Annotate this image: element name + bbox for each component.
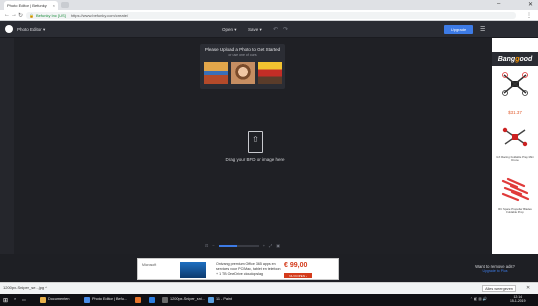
paint-icon[interactable] — [208, 297, 214, 303]
taskbar-item[interactable]: 11 - Paint — [216, 297, 232, 301]
hamburger-menu-icon[interactable]: ☰ — [480, 26, 485, 33]
microsoft-ad-banner[interactable]: Microsoft Ontvang premium Office 365 app… — [137, 258, 339, 280]
undo-icon[interactable]: ↶ — [273, 26, 278, 33]
ad-line: Ontvang premium Office 365 apps en — [216, 262, 276, 266]
upload-file-icon[interactable]: ⇧ — [248, 131, 263, 153]
windows-taskbar: ⊞ ⌕ ▭ Documenten Photo Editor | Befu... … — [0, 294, 538, 306]
ad-caption: RC Spare Propeller Blades Foldable Prop — [498, 207, 532, 215]
microsoft-logo: Microsoft — [142, 263, 157, 267]
brand-text-1: Bang — [497, 55, 516, 63]
sample-photos-card: Please Upload a Photo to Get Started or … — [200, 44, 285, 89]
url-text: https://www.befunky.com/create/ — [70, 13, 129, 18]
taskbar-item[interactable]: Photo Editor | Befu... — [92, 297, 127, 301]
close-window-icon[interactable]: ✕ — [528, 1, 533, 8]
app-icon[interactable] — [149, 297, 155, 303]
open-menu[interactable]: Open ▾ — [222, 27, 237, 33]
upgrade-plus-link[interactable]: Upgrade to Plus — [455, 269, 535, 273]
file-explorer-icon[interactable] — [40, 297, 46, 303]
dropzone-text: Drag your BFD or image here — [225, 157, 285, 162]
show-all-downloads-button[interactable]: Alles weergeven — [482, 285, 516, 292]
zoom-out-icon[interactable]: − — [212, 243, 214, 248]
upload-prompt: Please Upload a Photo to Get Started — [204, 47, 281, 52]
ad-caption: GX Racing Foldable Pray Mini Drone — [496, 155, 534, 163]
tab-title: Photo Editor | Befunky — [7, 3, 47, 8]
taskbar-item[interactable]: 1200px-Sniper_sni... — [170, 297, 205, 301]
upgrade-button[interactable]: Upgrade — [444, 25, 473, 34]
ad-line: + 1 TB OneDrive cloudopslag — [216, 272, 263, 276]
befunky-logo-icon[interactable] — [5, 25, 13, 33]
ad-line: services voor PC/Mac, tablet en telefoon — [216, 267, 281, 271]
fullscreen-icon[interactable]: ⤢ — [269, 243, 272, 248]
address-bar-row: ← → ↻ 🔒 Befunky Inc [US] https://www.bef… — [0, 10, 538, 21]
photos-icon[interactable] — [162, 297, 168, 303]
sample-photo[interactable] — [204, 62, 228, 84]
search-icon[interactable]: ⌕ — [14, 297, 16, 301]
browser-tab-strip: Photo Editor | Befunky × – ✕ — [0, 0, 538, 10]
browser-tab[interactable]: Photo Editor | Befunky × — [4, 1, 58, 10]
forward-icon[interactable]: → — [11, 12, 17, 18]
sample-photo[interactable] — [258, 62, 282, 84]
clock-date: 15-1-2019 — [510, 299, 526, 303]
chrome-icon[interactable] — [84, 297, 90, 303]
app-icon[interactable] — [135, 297, 141, 303]
secure-label: Befunky Inc [US] — [35, 13, 66, 18]
save-menu[interactable]: Save ▾ — [248, 27, 262, 33]
back-icon[interactable]: ← — [4, 12, 10, 18]
downloads-bar: 1200px-Sniper_se...jpg ^ Alles weergeven… — [0, 282, 538, 294]
remove-ads-box[interactable]: Want to remove ads? Upgrade to Plus — [455, 264, 535, 273]
zoom-controls: ⊡ − + ⤢ ▣ — [205, 241, 305, 250]
redo-icon[interactable]: ↷ — [283, 26, 288, 33]
start-button-icon[interactable]: ⊞ — [3, 297, 8, 304]
left-toolbar — [0, 38, 14, 254]
browser-menu-icon[interactable]: ⋮ — [526, 12, 532, 19]
banggood-logo[interactable]: Bang g ood — [492, 52, 538, 66]
reload-icon[interactable]: ↻ — [18, 12, 23, 19]
compare-icon[interactable]: ▣ — [276, 243, 280, 248]
zoom-slider-fill — [218, 244, 237, 247]
tab-close-icon[interactable]: × — [53, 3, 55, 8]
mini-drone-ad-image[interactable] — [502, 126, 528, 148]
upload-subprompt: or use one of ours — [228, 53, 257, 57]
task-view-icon[interactable]: ▭ — [22, 297, 26, 302]
upload-arrow-icon: ⇧ — [252, 135, 259, 144]
brand-text-3: ood — [519, 55, 533, 63]
buy-now-button[interactable]: NU KOPEN › — [284, 273, 312, 278]
minimize-icon[interactable]: – — [497, 1, 500, 7]
download-item[interactable]: 1200px-Sniper_se...jpg ^ — [3, 285, 47, 290]
propeller-ad-image[interactable] — [500, 176, 530, 202]
zoom-slider[interactable] — [218, 244, 259, 247]
taskbar-item[interactable]: Documenten — [48, 297, 70, 301]
sample-photo[interactable] — [231, 62, 255, 84]
system-tray-icons[interactable]: ⌃ ◧ ▥ 🔊 — [470, 297, 487, 301]
right-ad-panel[interactable]: Bang g ood $31.37 GX Racing Foldable Pray … — [492, 38, 538, 254]
devices-image — [180, 262, 206, 278]
upgrade-label: Upgrade — [450, 27, 467, 32]
lock-icon: 🔒 — [29, 13, 34, 18]
url-field[interactable]: 🔒 Befunky Inc [US] https://www.befunky.c… — [26, 12, 516, 19]
zoom-in-icon[interactable]: + — [263, 243, 265, 248]
taskbar-clock[interactable]: 12:14 15-1-2019 — [510, 295, 525, 303]
new-tab-button[interactable] — [61, 2, 69, 8]
ad-price: $31.37 — [508, 110, 522, 115]
close-downloads-icon[interactable]: ✕ — [526, 285, 530, 291]
fit-icon[interactable]: ⊡ — [205, 243, 208, 248]
app-header: Photo Editor ▾ Open ▾ Save ▾ ↶ ↷ Upgrade… — [0, 21, 538, 38]
ad-price: € 99,00 — [284, 262, 308, 269]
drone-ad-image[interactable] — [502, 72, 528, 96]
app-mode-dropdown[interactable]: Photo Editor ▾ — [17, 27, 45, 33]
